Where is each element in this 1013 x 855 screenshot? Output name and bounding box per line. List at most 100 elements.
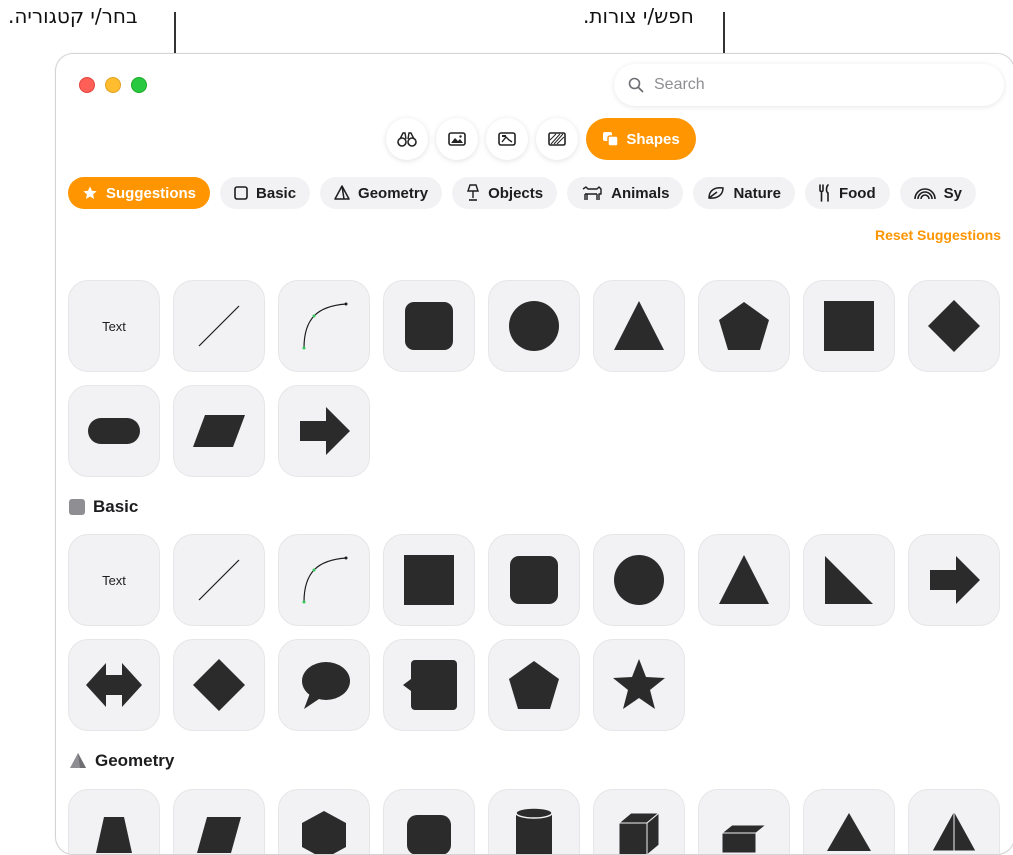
category-objects[interactable]: Objects — [452, 177, 558, 209]
shape-tile-curve[interactable] — [278, 280, 370, 372]
shape-tile[interactable] — [383, 789, 475, 854]
pentagon-shape — [509, 661, 559, 709]
square-shape — [824, 301, 874, 351]
mode-stickers[interactable] — [486, 118, 528, 160]
search-bar[interactable] — [614, 64, 1004, 106]
category-label: Objects — [488, 184, 544, 202]
shape-tile[interactable] — [908, 789, 1000, 854]
photo-icon — [448, 132, 466, 146]
triangle-shape — [614, 301, 664, 350]
shapes-window: Shapes Suggestions Basic Geometry Object… — [55, 53, 1013, 855]
category-food[interactable]: Food — [804, 177, 890, 209]
category-animals[interactable]: Animals — [567, 177, 684, 209]
shape-tile-rounded-square[interactable] — [488, 534, 580, 626]
shape-tile-double-arrow[interactable] — [68, 639, 160, 731]
category-symbols[interactable]: Sy — [899, 177, 976, 209]
shape-tile-pentagon[interactable] — [698, 280, 790, 372]
line-shape — [198, 305, 240, 347]
shape-tile[interactable] — [68, 789, 160, 854]
lamp-icon — [467, 184, 480, 201]
shape-tile-square[interactable] — [803, 280, 895, 372]
circle-shape — [614, 555, 664, 605]
shape-tile[interactable] — [803, 789, 895, 854]
category-basic[interactable]: Basic — [220, 177, 311, 209]
reset-suggestions-button[interactable]: Reset Suggestions — [875, 227, 1001, 243]
window-controls — [79, 77, 147, 93]
rounded-square-shape — [405, 302, 453, 350]
minimize-window-button[interactable] — [105, 77, 121, 93]
shape-tile-right-triangle[interactable] — [803, 534, 895, 626]
category-geometry[interactable]: Geometry — [320, 177, 443, 209]
category-label: Suggestions — [106, 184, 197, 202]
pentagon-shape — [719, 302, 769, 350]
suggestions-grid: Text — [68, 280, 1008, 477]
search-input[interactable] — [652, 75, 956, 95]
curve-shape — [302, 302, 348, 350]
shape-tile-triangle[interactable] — [698, 534, 790, 626]
shape-tile-text[interactable]: Text — [68, 534, 160, 626]
category-label: Geometry — [358, 184, 429, 202]
double-arrow-shape — [86, 663, 142, 707]
pyramid-shape — [827, 813, 871, 851]
section-label: Geometry — [95, 751, 175, 770]
shape-tile-arrow[interactable] — [908, 534, 1000, 626]
pill-shape — [88, 418, 140, 444]
mode-binoculars[interactable] — [386, 118, 428, 160]
shape-tile-parallelogram[interactable] — [173, 385, 265, 477]
shape-tile-rounded-square[interactable] — [383, 280, 475, 372]
shape-tile[interactable] — [698, 789, 790, 854]
shape-tile[interactable] — [593, 789, 685, 854]
category-label: Nature — [733, 184, 781, 202]
shape-tile-line[interactable] — [173, 534, 265, 626]
shape-tile-speech-bubble[interactable] — [278, 639, 370, 731]
category-nature[interactable]: Nature — [693, 177, 795, 209]
shape-tile[interactable] — [278, 789, 370, 854]
shape-tile-circle[interactable] — [488, 280, 580, 372]
parallelogram-shape — [197, 817, 241, 853]
diamond-shape — [928, 300, 980, 352]
parallelogram-shape — [193, 415, 245, 447]
rounded-rect-shape — [407, 815, 451, 854]
mode-shapes-label: Shapes — [626, 130, 680, 148]
rounded-square-shape — [510, 556, 558, 604]
curve-shape — [302, 556, 348, 604]
shape-tile-square[interactable] — [383, 534, 475, 626]
circle-shape — [509, 301, 559, 351]
callout-choose-category: בחר/י קטגוריה. — [8, 4, 138, 28]
shape-tile[interactable] — [488, 789, 580, 854]
shape-tile-curve[interactable] — [278, 534, 370, 626]
close-window-button[interactable] — [79, 77, 95, 93]
shape-tile-text[interactable]: Text — [68, 280, 160, 372]
media-type-bar: Shapes — [386, 118, 696, 160]
zoom-window-button[interactable] — [131, 77, 147, 93]
shape-tile-star[interactable] — [593, 639, 685, 731]
shape-tile-circle[interactable] — [593, 534, 685, 626]
tetrahedron-shape — [931, 809, 977, 852]
pattern-icon — [548, 132, 566, 146]
section-title-basic: Basic — [69, 497, 138, 517]
dog-icon — [582, 186, 602, 200]
line-shape — [198, 559, 240, 601]
section-title-geometry: Geometry — [69, 751, 174, 771]
shape-tile-pentagon[interactable] — [488, 639, 580, 731]
mode-photos[interactable] — [436, 118, 478, 160]
fork-knife-icon — [819, 184, 829, 202]
shape-tile-diamond[interactable] — [173, 639, 265, 731]
geometry-grid — [68, 789, 1008, 854]
shape-tile[interactable] — [173, 789, 265, 854]
shape-tile-line[interactable] — [173, 280, 265, 372]
shape-tile-callout-square[interactable] — [383, 639, 475, 731]
shape-tile-triangle[interactable] — [593, 280, 685, 372]
mode-patterns[interactable] — [536, 118, 578, 160]
shape-tile-arrow[interactable] — [278, 385, 370, 477]
cylinder-shape — [515, 807, 553, 854]
shape-tile-diamond[interactable] — [908, 280, 1000, 372]
arrow-shape — [300, 407, 350, 455]
callout-square-shape — [403, 660, 457, 710]
shape-tile-pill[interactable] — [68, 385, 160, 477]
mode-shapes[interactable]: Shapes — [586, 118, 696, 160]
square-icon — [234, 186, 248, 200]
category-suggestions[interactable]: Suggestions — [68, 177, 211, 209]
shapes-icon — [603, 132, 620, 147]
box-shape — [720, 824, 768, 854]
